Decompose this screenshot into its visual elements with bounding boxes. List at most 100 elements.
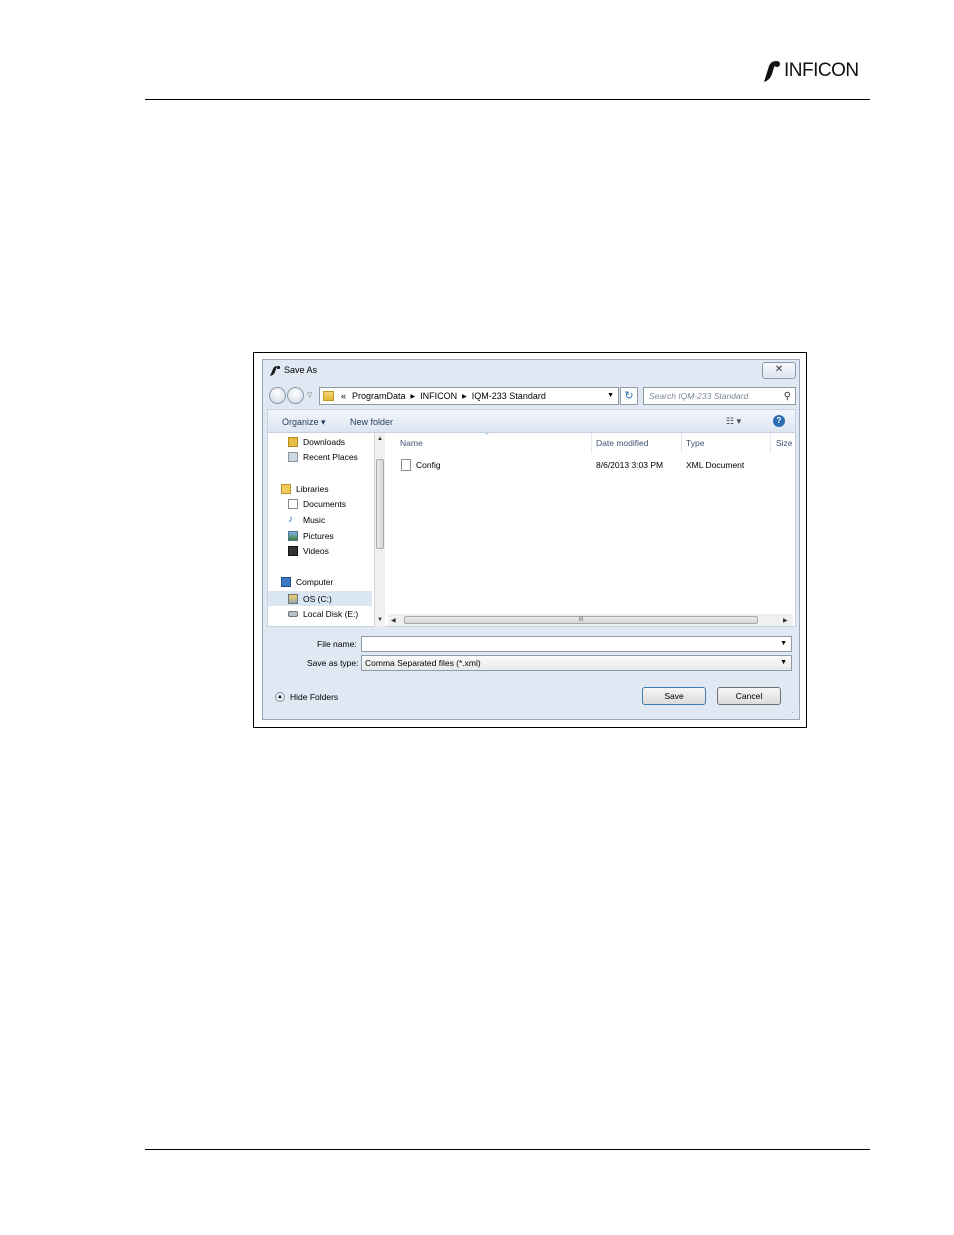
forward-button[interactable] bbox=[287, 387, 304, 404]
file-list: ^ Name Date modified Type Size Config 8/… bbox=[385, 433, 796, 627]
music-icon: ♪ bbox=[288, 514, 293, 525]
scroll-down-icon[interactable]: ▼ bbox=[377, 617, 383, 623]
header-rule bbox=[145, 99, 870, 100]
nav-label: OS (C:) bbox=[303, 593, 332, 604]
save-as-dialog: Save As ✕ ▽ « ProgramData ▶ INFICON ▶ IQ… bbox=[262, 359, 800, 720]
app-icon bbox=[270, 365, 281, 376]
inficon-logo-icon bbox=[764, 61, 780, 82]
change-view-button[interactable]: ☷ ▾ bbox=[726, 416, 741, 427]
logo-text: INFICON bbox=[784, 60, 859, 81]
nav-item-pictures[interactable]: Pictures bbox=[288, 531, 334, 541]
navigation-pane: Downloads Recent Places Libraries Docume… bbox=[267, 433, 374, 627]
chevron-up-icon: ▲ bbox=[275, 692, 285, 702]
folder-icon bbox=[323, 391, 334, 401]
resize-grip-icon[interactable]: ⋰ bbox=[789, 709, 796, 717]
nav-item-local-disk-e[interactable]: Local Disk (E:) bbox=[288, 609, 358, 619]
title-bar[interactable]: Save As ✕ bbox=[263, 360, 799, 382]
dialog-title: Save As bbox=[284, 365, 318, 375]
command-toolbar: Organize ▾ New folder ☷ ▾ ? bbox=[267, 409, 796, 433]
horizontal-scrollbar[interactable]: ◀ III ▶ bbox=[388, 614, 793, 626]
column-header-type[interactable]: Type bbox=[686, 438, 704, 448]
computer-icon bbox=[281, 577, 291, 587]
help-icon[interactable]: ? bbox=[773, 415, 785, 427]
search-input[interactable]: Search IQM-233 Standard ⚲ bbox=[643, 387, 796, 405]
file-name-label: File name: bbox=[317, 639, 357, 649]
inficon-logo: INFICON bbox=[760, 58, 859, 84]
nav-item-computer[interactable]: Computer bbox=[281, 577, 333, 587]
search-placeholder: Search IQM-233 Standard bbox=[649, 391, 749, 401]
nav-item-music[interactable]: ♪ Music bbox=[288, 514, 326, 526]
downloads-icon bbox=[288, 437, 298, 447]
close-button[interactable]: ✕ bbox=[762, 362, 796, 379]
videos-icon bbox=[288, 546, 298, 556]
nav-label: Music bbox=[303, 515, 326, 525]
column-header-size[interactable]: Size bbox=[776, 438, 793, 448]
close-icon: ✕ bbox=[774, 364, 784, 375]
recent-places-icon bbox=[288, 452, 298, 462]
nav-item-documents[interactable]: Documents bbox=[288, 499, 346, 509]
scroll-up-icon[interactable]: ▲ bbox=[377, 436, 383, 442]
file-name-field[interactable]: ▼ bbox=[361, 636, 792, 652]
refresh-button[interactable]: ↻ bbox=[620, 387, 638, 405]
save-as-type-label: Save as type: bbox=[307, 658, 359, 668]
save-as-type-select[interactable]: Comma Separated files (*.xml) ▼ bbox=[361, 655, 792, 671]
chevron-down-icon[interactable]: ▼ bbox=[607, 392, 614, 399]
libraries-icon bbox=[281, 484, 291, 494]
xml-file-icon bbox=[401, 459, 411, 471]
drive-icon bbox=[288, 611, 298, 617]
new-folder-button[interactable]: New folder bbox=[350, 417, 393, 427]
pictures-icon bbox=[288, 531, 298, 541]
nav-label: Local Disk (E:) bbox=[303, 609, 359, 619]
breadcrumb-iqm-233-standard[interactable]: IQM-233 Standard bbox=[472, 391, 546, 401]
back-button[interactable] bbox=[269, 387, 286, 404]
hide-folders-button[interactable]: ▲ Hide Folders bbox=[275, 692, 338, 702]
file-row[interactable]: Config 8/6/2013 3:03 PM XML Document bbox=[397, 459, 787, 473]
breadcrumb-inficon[interactable]: INFICON bbox=[420, 391, 457, 401]
nav-item-libraries[interactable]: Libraries bbox=[281, 484, 329, 494]
column-divider[interactable] bbox=[770, 433, 771, 453]
search-icon[interactable]: ⚲ bbox=[784, 391, 791, 402]
cancel-button[interactable]: Cancel bbox=[717, 687, 781, 705]
chevron-right-icon[interactable]: ▶ bbox=[462, 393, 467, 400]
address-bar[interactable]: « ProgramData ▶ INFICON ▶ IQM-233 Standa… bbox=[319, 387, 619, 405]
nav-item-videos[interactable]: Videos bbox=[288, 546, 329, 556]
chevron-down-icon: ▾ bbox=[736, 416, 742, 426]
nav-scrollbar-thumb[interactable] bbox=[376, 459, 384, 549]
save-button[interactable]: Save bbox=[642, 687, 706, 705]
column-divider[interactable] bbox=[681, 433, 682, 453]
nav-scrollbar[interactable]: ▲ ▼ bbox=[374, 433, 385, 627]
scroll-right-icon[interactable]: ▶ bbox=[783, 617, 788, 624]
sort-ascending-icon: ^ bbox=[485, 433, 489, 439]
column-divider[interactable] bbox=[591, 433, 592, 453]
file-name: Config bbox=[416, 460, 441, 470]
save-as-type-value: Comma Separated files (*.xml) bbox=[365, 658, 481, 668]
nav-label: Downloads bbox=[303, 437, 346, 447]
breadcrumb-overflow[interactable]: « bbox=[341, 391, 346, 401]
nav-label: Computer bbox=[296, 577, 334, 587]
hide-folders-label: Hide Folders bbox=[290, 692, 339, 702]
horizontal-scrollbar-thumb[interactable]: III bbox=[404, 616, 758, 624]
breadcrumb-programdata[interactable]: ProgramData bbox=[352, 391, 406, 401]
nav-label: Videos bbox=[303, 546, 329, 556]
nav-item-recent-places[interactable]: Recent Places bbox=[288, 452, 358, 462]
nav-label: Documents bbox=[303, 499, 346, 509]
chevron-down-icon[interactable]: ▼ bbox=[780, 659, 787, 666]
file-date-modified: 8/6/2013 3:03 PM bbox=[596, 460, 664, 470]
refresh-icon: ↻ bbox=[624, 390, 634, 402]
chevron-right-icon[interactable]: ▶ bbox=[411, 393, 416, 400]
column-header-date-modified[interactable]: Date modified bbox=[596, 438, 648, 448]
nav-item-os-c[interactable]: OS (C:) bbox=[268, 591, 372, 606]
scroll-left-icon[interactable]: ◀ bbox=[391, 617, 396, 624]
nav-item-downloads[interactable]: Downloads bbox=[288, 437, 345, 447]
footer-rule bbox=[145, 1149, 870, 1150]
drive-icon bbox=[288, 593, 298, 604]
nav-label: Recent Places bbox=[303, 452, 358, 462]
recent-locations-icon[interactable]: ▽ bbox=[307, 391, 312, 399]
nav-label: Libraries bbox=[296, 484, 329, 494]
file-type: XML Document bbox=[686, 460, 745, 470]
nav-label: Pictures bbox=[303, 531, 334, 541]
organize-button[interactable]: Organize ▾ bbox=[282, 417, 326, 428]
chevron-down-icon[interactable]: ▼ bbox=[780, 640, 787, 647]
documents-icon bbox=[288, 499, 298, 509]
column-header-name[interactable]: Name bbox=[400, 438, 423, 448]
